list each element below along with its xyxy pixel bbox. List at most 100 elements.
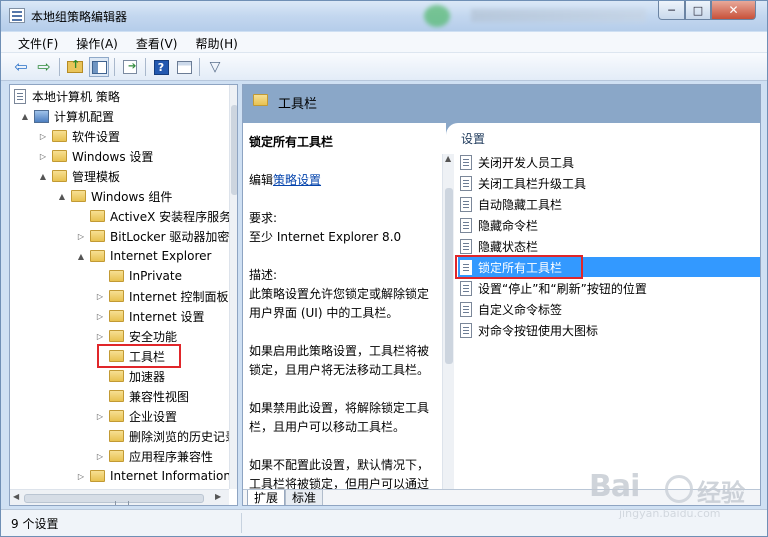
toolbar-separator	[199, 58, 200, 76]
tree-item-app-compatibility[interactable]: ▷ 应用程序兼容性	[95, 446, 213, 466]
folder-icon	[52, 170, 67, 182]
expand-toggle-icon[interactable]: ▷	[76, 232, 86, 241]
tree-item-internet-explorer[interactable]: ▲ Internet Explorer	[76, 246, 212, 266]
scroll-left-icon[interactable]: ◀	[13, 492, 19, 501]
expand-toggle-icon[interactable]: ▷	[76, 472, 86, 481]
tree-item-enterprise-settings[interactable]: ▷ 企业设置	[95, 406, 177, 426]
toolbar: ⇦ ⇨ ? ▽	[1, 53, 767, 81]
list-item[interactable]: 隐藏状态栏	[458, 236, 760, 256]
menu-action[interactable]: 操作(A)	[67, 32, 127, 52]
policy-setting-icon	[460, 154, 472, 170]
list-item[interactable]: 关闭工具栏升级工具	[458, 173, 760, 193]
menu-view[interactable]: 查看(V)	[127, 32, 187, 52]
policy-setting-icon	[460, 175, 472, 191]
expand-toggle-icon[interactable]: ▷	[95, 412, 105, 421]
scroll-up-icon[interactable]: ▲	[445, 154, 451, 163]
forward-button[interactable]: ⇨	[34, 57, 54, 77]
folder-icon	[109, 430, 124, 442]
tree-item-label: 应用程序兼容性	[129, 449, 214, 464]
title-bar[interactable]: 本地组策略编辑器 ─ □ ✕	[1, 1, 767, 31]
filter-button[interactable]: ▽	[205, 57, 225, 77]
app-window: 本地组策略编辑器 ─ □ ✕ 文件(F) 操作(A) 查看(V) 帮助(H) ⇦…	[0, 0, 768, 537]
collapse-toggle-icon[interactable]: ▲	[38, 172, 48, 181]
policy-setting-icon	[460, 280, 472, 296]
expand-toggle-icon[interactable]: ▷	[38, 132, 48, 141]
scroll-right-icon[interactable]: ▶	[215, 492, 221, 501]
show-hide-tree-button[interactable]	[89, 57, 109, 77]
collapse-toggle-icon[interactable]: ▲	[57, 192, 67, 201]
menu-file[interactable]: 文件(F)	[9, 32, 67, 52]
collapse-toggle-icon[interactable]: ▲	[76, 252, 86, 261]
help-button[interactable]: ?	[151, 57, 171, 77]
edit-policy-link[interactable]: 策略设置	[273, 173, 321, 187]
minimize-button[interactable]: ─	[658, 1, 685, 20]
tree-item-label: 本地计算机 策略	[32, 89, 120, 104]
tree-item-label: Windows 设置	[72, 149, 154, 164]
tree-item-compatibility-view[interactable]: 兼容性视图	[95, 386, 189, 406]
expand-toggle-icon[interactable]: ▷	[95, 312, 105, 321]
highlight-box-selected-setting	[455, 255, 583, 279]
toolbar-separator	[114, 58, 115, 76]
setting-label: 自定义命令标签	[478, 302, 563, 317]
tree-item-activex[interactable]: ActiveX 安装程序服务	[76, 206, 231, 226]
expand-toggle-icon[interactable]: ▷	[95, 452, 105, 461]
collapse-toggle-icon[interactable]: ▲	[20, 112, 30, 121]
folder-icon	[90, 230, 105, 242]
folder-icon	[71, 190, 86, 202]
tree-item-software-settings[interactable]: ▷ 软件设置	[38, 126, 120, 146]
tab-extended[interactable]: 扩展	[247, 490, 286, 505]
menu-help[interactable]: 帮助(H)	[186, 32, 246, 52]
settings-column-header[interactable]: 设置	[461, 130, 485, 147]
tree-vertical-scroll-thumb[interactable]	[231, 105, 237, 195]
list-item[interactable]: 对命令按钮使用大图标	[458, 320, 760, 340]
tree-item-windows-components[interactable]: ▲ Windows 组件	[57, 186, 172, 206]
setting-label: 隐藏状态栏	[478, 239, 539, 254]
tab-standard[interactable]: 标准	[285, 490, 324, 505]
export-list-button[interactable]	[120, 57, 140, 77]
list-item[interactable]: 自定义命令标签	[458, 299, 760, 319]
maximize-button[interactable]: □	[685, 1, 711, 20]
tree-horizontal-scroll-thumb[interactable]	[24, 494, 204, 505]
tree-horizontal-scrollbar[interactable]: ◀ ▶	[10, 489, 229, 505]
expand-toggle-icon[interactable]: ▷	[95, 292, 105, 301]
tree-vertical-scrollbar[interactable]	[229, 85, 237, 489]
back-button[interactable]: ⇦	[11, 57, 31, 77]
list-item[interactable]: 自动隐藏工具栏	[458, 194, 760, 214]
properties-button[interactable]	[174, 57, 194, 77]
tree-item-windows-settings[interactable]: ▷ Windows 设置	[38, 146, 153, 166]
tree-item-inprivate[interactable]: InPrivate	[95, 266, 182, 286]
tree-item-iis[interactable]: ▷ Internet Information Services	[76, 466, 237, 486]
tree-item-security-features[interactable]: ▷ 安全功能	[95, 326, 177, 346]
folder-icon	[109, 390, 124, 402]
description-scrollbar[interactable]: ▲	[442, 154, 454, 490]
details-header-title: 工具栏	[278, 97, 318, 112]
show-hide-tree-icon	[91, 60, 107, 74]
expand-toggle-icon[interactable]: ▷	[95, 332, 105, 341]
list-item[interactable]: 设置“停止”和“刷新”按钮的位置	[458, 278, 760, 298]
list-item[interactable]: 隐藏命令栏	[458, 215, 760, 235]
tree-item-label: Internet Information Services	[110, 469, 237, 483]
status-text: 9 个设置	[11, 517, 59, 531]
tree-item-label: 删除浏览的历史记录	[129, 429, 238, 444]
expand-toggle-icon[interactable]: ▷	[38, 152, 48, 161]
window-title: 本地组策略编辑器	[31, 10, 128, 24]
tree-item-internet-control-panel[interactable]: ▷ Internet 控制面板	[95, 286, 229, 306]
policy-name: 锁定所有工具栏	[249, 135, 334, 149]
grip-icon	[115, 501, 129, 505]
tree-item-label: Internet 设置	[129, 309, 205, 324]
tree-item-accelerators[interactable]: 加速器	[95, 366, 165, 386]
policy-tree-pane[interactable]: 本地计算机 策略 ▲ 计算机配置 ▷ 软件设置 ▷ Windows 设置 ▲ 管…	[9, 84, 238, 506]
tree-item-bitlocker[interactable]: ▷ BitLocker 驱动器加密	[76, 226, 229, 246]
tree-item-admin-templates[interactable]: ▲ 管理模板	[38, 166, 120, 186]
description-scroll-thumb[interactable]	[445, 188, 453, 364]
up-level-button[interactable]	[65, 57, 85, 77]
tree-item-delete-history[interactable]: 删除浏览的历史记录	[95, 426, 237, 446]
list-item[interactable]: 关闭开发人员工具	[458, 152, 760, 172]
tree-item-internet-settings[interactable]: ▷ Internet 设置	[95, 306, 205, 326]
tree-item-computer-config[interactable]: ▲ 计算机配置	[20, 106, 114, 126]
tree-item-local-policy[interactable]: 本地计算机 策略	[14, 86, 120, 106]
close-button[interactable]: ✕	[711, 1, 756, 20]
description-label: 描述:	[249, 268, 278, 282]
highlight-box-toolbars	[97, 344, 181, 368]
description-paragraph-3: 如果禁用此设置，将解除锁定工具栏，且用户可以移动工具栏。	[249, 401, 430, 434]
